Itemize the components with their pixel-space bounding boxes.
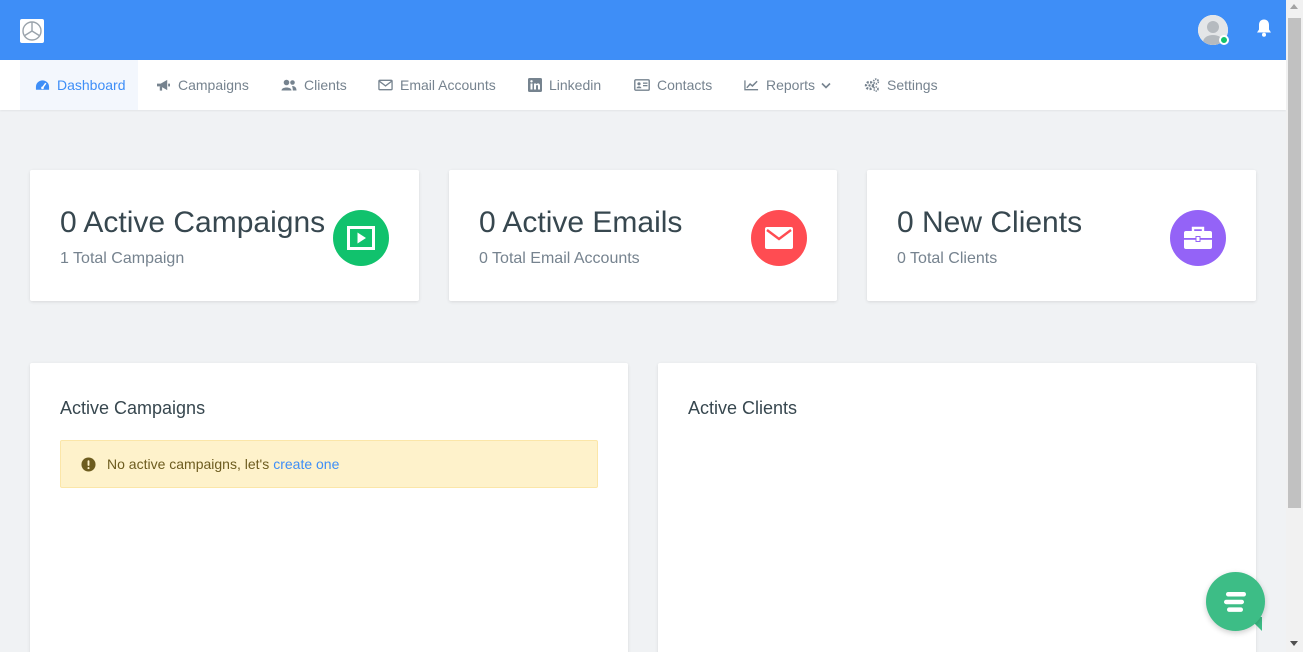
envelope-icon bbox=[378, 79, 393, 91]
nav-reports[interactable]: Reports bbox=[744, 60, 831, 110]
online-status-dot bbox=[1219, 35, 1229, 45]
nav-campaigns[interactable]: Campaigns bbox=[156, 60, 249, 110]
brand-logo[interactable] bbox=[20, 19, 44, 43]
nav-linkedin[interactable]: Linkedin bbox=[528, 60, 601, 110]
top-header bbox=[0, 0, 1286, 60]
dashboard-icon bbox=[35, 80, 50, 90]
nav-settings[interactable]: Settings bbox=[864, 60, 938, 110]
stat-card-emails: 0 Active Emails 0 Total Email Accounts bbox=[449, 170, 837, 301]
nav-label: Campaigns bbox=[178, 77, 249, 93]
main-navbar: Dashboard Campaigns Clients Email Accoun… bbox=[0, 60, 1286, 110]
active-clients-panel: Active Clients bbox=[658, 363, 1256, 652]
panel-title: Active Campaigns bbox=[60, 398, 206, 418]
nav-label: Dashboard bbox=[57, 77, 126, 93]
briefcase-icon bbox=[1170, 210, 1226, 266]
users-icon bbox=[281, 79, 297, 91]
stat-card-campaigns: 0 Active Campaigns 1 Total Campaign bbox=[30, 170, 419, 301]
no-campaigns-alert: No active campaigns, let's create one bbox=[60, 440, 598, 488]
nav-email-accounts[interactable]: Email Accounts bbox=[378, 60, 496, 110]
cogs-icon bbox=[864, 78, 880, 92]
nav-label: Settings bbox=[887, 77, 938, 93]
stat-title: 0 New Clients bbox=[897, 206, 1083, 239]
nav-dashboard[interactable]: Dashboard bbox=[20, 60, 138, 110]
alert-text: No active campaigns, let's bbox=[107, 456, 270, 472]
stat-title: 0 Active Campaigns bbox=[60, 206, 326, 239]
nav-contacts[interactable]: Contacts bbox=[634, 60, 712, 110]
stat-subtitle: 0 Total Clients bbox=[897, 250, 998, 267]
nav-label: Contacts bbox=[657, 77, 713, 93]
nav-clients[interactable]: Clients bbox=[281, 60, 347, 110]
scroll-up-arrow-icon[interactable] bbox=[1290, 4, 1298, 9]
chat-widget-button[interactable] bbox=[1206, 572, 1265, 631]
scroll-down-arrow-icon[interactable] bbox=[1290, 641, 1298, 646]
envelope-icon bbox=[751, 210, 807, 266]
address-card-icon bbox=[634, 79, 650, 91]
linkedin-icon bbox=[528, 78, 542, 92]
scrollbar-thumb[interactable] bbox=[1288, 18, 1301, 508]
stat-subtitle: 1 Total Campaign bbox=[60, 250, 185, 267]
logo-icon bbox=[22, 21, 42, 41]
create-campaign-link[interactable]: create one bbox=[273, 456, 339, 472]
chat-icon bbox=[1223, 591, 1246, 612]
exclamation-circle-icon bbox=[81, 456, 96, 472]
line-chart-icon bbox=[744, 80, 759, 91]
nav-label: Linkedin bbox=[549, 77, 602, 93]
notifications-bell-icon[interactable] bbox=[1255, 18, 1273, 38]
nav-label: Email Accounts bbox=[400, 77, 496, 93]
nav-label: Reports bbox=[766, 77, 816, 93]
stat-card-clients: 0 New Clients 0 Total Clients bbox=[867, 170, 1256, 301]
play-icon bbox=[333, 210, 389, 266]
chevron-down-icon bbox=[821, 82, 831, 89]
stat-title: 0 Active Emails bbox=[479, 206, 683, 239]
bullhorn-icon bbox=[157, 79, 170, 91]
panel-title: Active Clients bbox=[688, 398, 798, 418]
stat-subtitle: 0 Total Email Accounts bbox=[479, 250, 640, 267]
nav-label: Clients bbox=[304, 77, 347, 93]
active-campaigns-panel: Active Campaigns No active campaigns, le… bbox=[30, 363, 628, 652]
